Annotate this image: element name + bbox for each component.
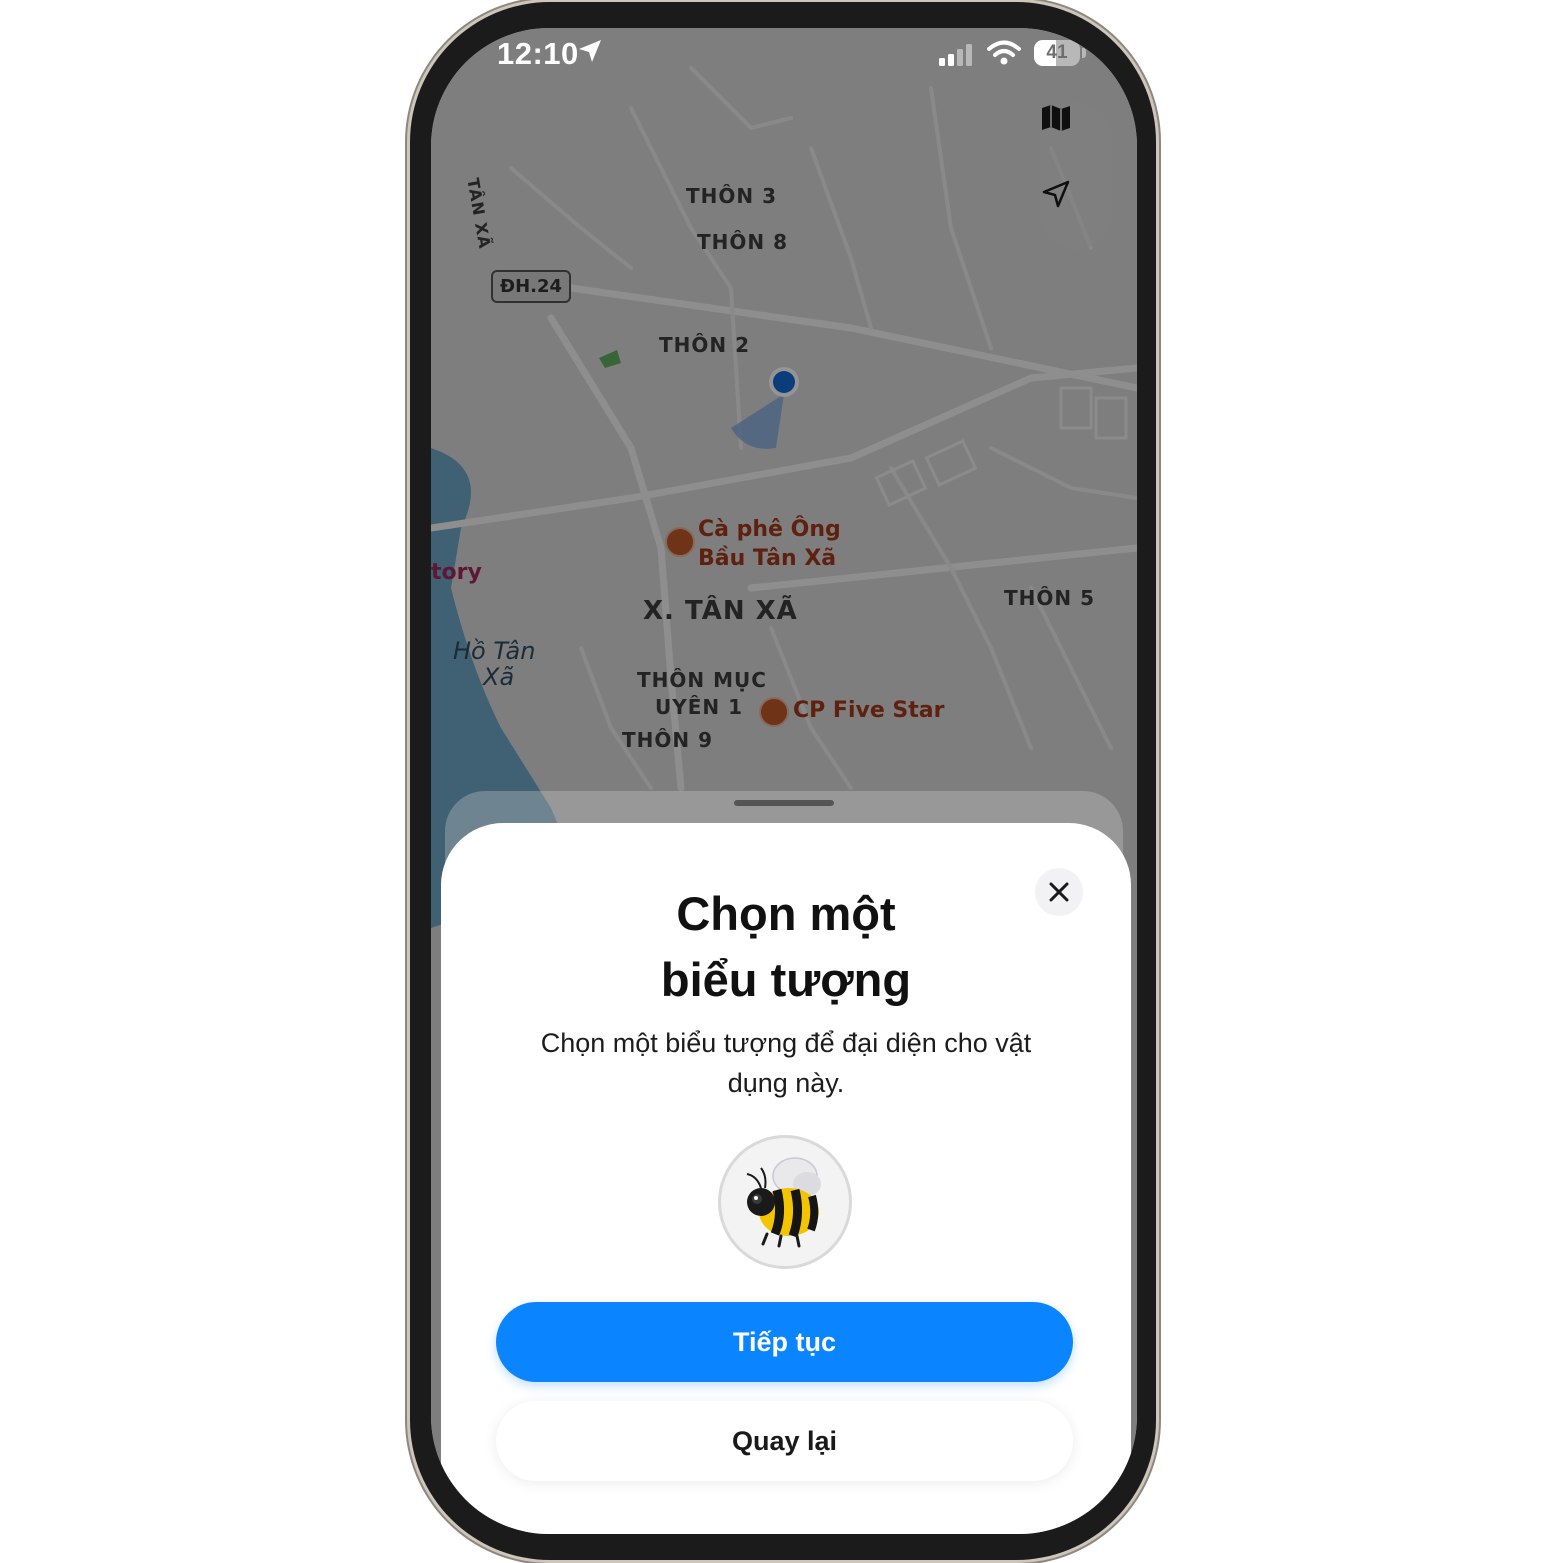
- sheet-title-line-1: Chọn một: [676, 887, 896, 940]
- status-time: 12:10: [497, 36, 579, 71]
- back-button[interactable]: Quay lại: [496, 1401, 1073, 1481]
- phone-screen: ĐH.24 TÂN XÃ THÔN 3 THÔN 8 THÔN 2 X. TÂN…: [431, 28, 1137, 1534]
- sheet-subtitle-line-1: Chọn một biểu tượng để đại diện cho vật: [540, 1028, 1032, 1058]
- status-bar: 12:10 41: [431, 28, 1137, 88]
- icon-picker-button[interactable]: [718, 1135, 852, 1269]
- wifi-icon: [987, 40, 1021, 65]
- location-services-icon: [579, 40, 601, 62]
- battery-icon: 41: [1034, 40, 1080, 66]
- sheet-title-line-2: biểu tượng: [660, 953, 912, 1006]
- sheet-subtitle-line-2: dụng này.: [727, 1068, 845, 1098]
- sheet-subtitle: Chọn một biểu tượng để đại diện cho vật …: [521, 1023, 1051, 1103]
- battery-level: 41: [1046, 42, 1068, 63]
- cellular-signal-icon: [939, 44, 972, 66]
- choose-icon-sheet: Chọn một biểu tượng Chọn một biểu tượng …: [441, 823, 1131, 1534]
- drawer-grabber[interactable]: [734, 800, 834, 806]
- sheet-title: Chọn một biểu tượng: [441, 881, 1131, 1013]
- bee-icon: [746, 1157, 821, 1248]
- continue-button[interactable]: Tiếp tục: [496, 1302, 1073, 1382]
